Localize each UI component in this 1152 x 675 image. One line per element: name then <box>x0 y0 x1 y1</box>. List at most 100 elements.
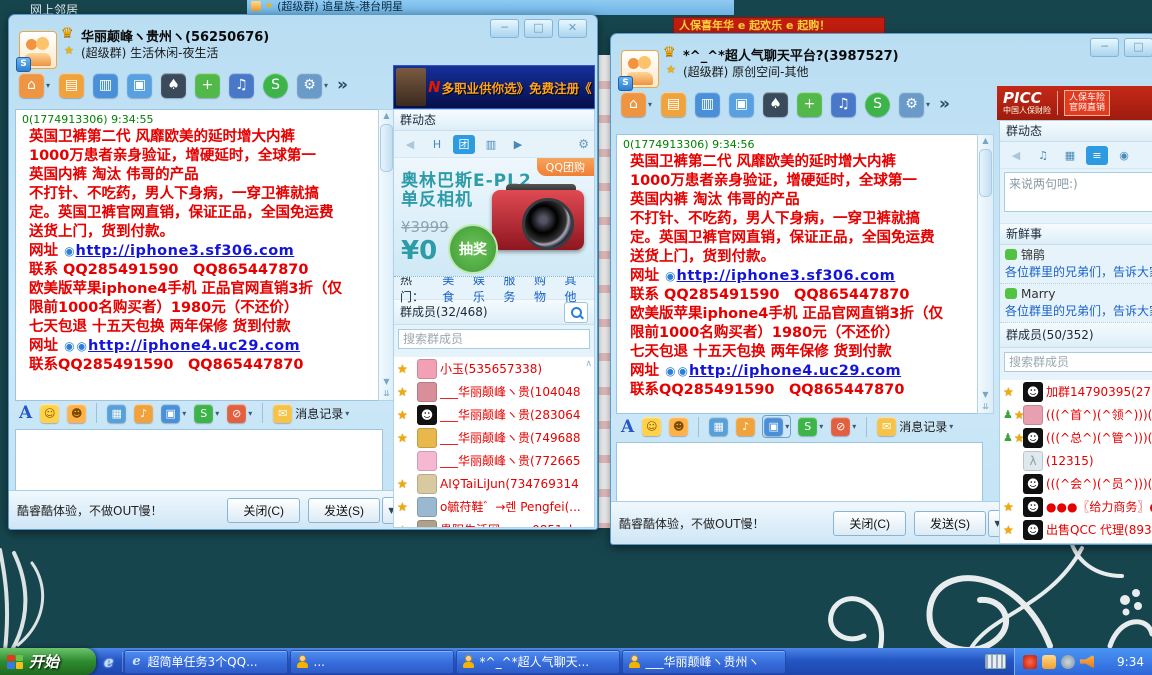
member-row[interactable]: ☻(((^会^)(^员^)))(1700... <box>1000 472 1152 495</box>
close-chat-button[interactable]: 关闭(C) <box>833 511 906 536</box>
tab-tuangou-button[interactable]: 团 <box>453 135 475 154</box>
video-button[interactable]: ▣ <box>127 73 152 98</box>
group-chat-button[interactable]: + <box>797 92 822 117</box>
lottery-badge[interactable]: 抽奖 <box>450 226 496 272</box>
member-row[interactable]: ★小玉(535657338) <box>394 357 594 380</box>
folder-button[interactable]: ▤ <box>661 92 686 117</box>
member-row[interactable]: ★烦=不胜=防(3818727... <box>1000 541 1152 544</box>
qq-contacts-icon[interactable] <box>1042 655 1056 669</box>
voice-chat-button[interactable]: ♫ <box>229 73 254 98</box>
member-row[interactable]: ★☻___华丽颠峰ヽ贵(283064... <box>394 403 594 426</box>
emoticon-button[interactable]: ☺ <box>642 417 661 436</box>
tools-button[interactable]: ⚙▾ <box>297 73 328 98</box>
folder-button[interactable]: ▤ <box>59 73 84 98</box>
minimize-button[interactable]: ─ <box>1090 38 1119 57</box>
tab-next-button[interactable]: ▶ <box>507 135 529 154</box>
photo-album-button[interactable]: ▥ <box>695 92 720 117</box>
voice-chat-button[interactable]: ♫ <box>831 92 856 117</box>
settings-wrench-icon[interactable]: ⚙ <box>578 137 589 151</box>
minimize-button[interactable]: ─ <box>490 19 519 38</box>
qq-music-button[interactable]: S▾ <box>798 417 823 436</box>
member-row[interactable]: ♟★(((^首^)(^领^)))(7377... <box>1000 403 1152 426</box>
member-row[interactable]: λ(12315) <box>1000 449 1152 472</box>
tab-prev-button[interactable]: ◀ <box>399 135 421 154</box>
group-avatar[interactable]: S <box>19 31 57 69</box>
news-text[interactable]: 各位群里的兄弟们，告诉大家 <box>1005 302 1152 318</box>
tab-sound-button[interactable]: ♫ <box>1032 146 1054 165</box>
keyboard-layout-icon[interactable] <box>985 654 1006 669</box>
member-row[interactable]: ★___华丽颠峰ヽ贵(104048... <box>394 380 594 403</box>
volume-icon[interactable] <box>1080 655 1094 669</box>
send-button[interactable]: 发送(S) <box>308 498 380 523</box>
picc-ad-banner[interactable]: PICC 中国人保财险 人保车险 官网直销 <box>997 86 1152 120</box>
job-ad-banner[interactable]: N 多职业供你选》免费注册《 <box>393 65 595 109</box>
member-row[interactable]: ★o毓苻鞋゛→렌 Pengfei(... <box>394 495 594 518</box>
scroll-down-arrow[interactable]: ▼ <box>982 389 988 401</box>
member-search-button[interactable] <box>564 302 588 323</box>
member-row[interactable]: ★___华丽颠峰ヽ贵(749688... <box>394 426 594 449</box>
member-row[interactable]: ___华丽颠峰ヽ贵(772665... <box>394 449 594 472</box>
member-row[interactable]: ★贵阳生活网www.0851sh.... <box>394 518 594 528</box>
magic-emoticon-button[interactable]: ☻ <box>67 404 86 423</box>
send-button[interactable]: 发送(S) <box>914 511 986 536</box>
tab-photo-button[interactable]: ▦ <box>1059 146 1081 165</box>
news-text[interactable]: 各位群里的兄弟们，告诉大家 <box>1005 263 1152 279</box>
member-row[interactable]: ♟★☻(((^总^)(^管^)))(5537... <box>1000 426 1152 449</box>
member-row[interactable]: ★☻加群14790395(271... <box>1000 380 1152 403</box>
music-file-button[interactable]: ♪ <box>134 404 153 423</box>
member-row[interactable]: ★☻●●●〖给力商务〗● <box>1000 495 1152 518</box>
maximize-button[interactable]: □ <box>1124 38 1152 57</box>
tools-button[interactable]: ⚙▾ <box>899 92 930 117</box>
scroll-up-arrow[interactable]: ▲ <box>982 135 988 147</box>
message-record-button[interactable]: ✉消息记录▾ <box>877 417 953 436</box>
screen-capture-button[interactable]: ▣▾ <box>161 404 186 423</box>
screen-capture-button[interactable]: ▣▾ <box>763 416 790 437</box>
shout-input[interactable] <box>1004 172 1152 212</box>
member-row[interactable]: ★AI♀TaiLiJun(734769314) <box>394 472 594 495</box>
audio-device-icon[interactable] <box>1061 655 1075 669</box>
photo-album-button[interactable]: ▥ <box>93 73 118 98</box>
close-chat-button[interactable]: 关闭(C) <box>227 498 300 523</box>
tab-pin-button[interactable]: ◉ <box>1113 146 1135 165</box>
image-button[interactable]: ▦ <box>709 417 728 436</box>
scroll-down-arrow[interactable]: ∨ <box>585 525 592 528</box>
spam-link[interactable]: http://iphone4.uc29.com <box>689 363 901 379</box>
scroll-to-latest-arrow[interactable]: ⇊ <box>383 388 390 400</box>
news-item[interactable]: Marry4各位群里的兄弟们，告诉大家 <box>1000 284 1152 323</box>
group-chat-button[interactable]: + <box>195 73 220 98</box>
qq-music-button[interactable]: S <box>865 92 890 117</box>
anti-spam-button[interactable]: ⊘▾ <box>227 404 252 423</box>
scroll-to-latest-arrow[interactable]: ⇊ <box>982 401 989 413</box>
news-item[interactable]: 锦鹃4各位群里的兄弟们，告诉大家 <box>1000 245 1152 284</box>
taskbar-button[interactable]: ... <box>290 650 454 674</box>
qq-music-button[interactable]: S <box>263 73 288 98</box>
tab-list-button[interactable]: ≡ <box>1086 146 1108 165</box>
music-file-button[interactable]: ♪ <box>736 417 755 436</box>
more-button[interactable]: » <box>337 75 348 95</box>
spam-link[interactable]: http://iphone3.sf306.com <box>76 243 295 259</box>
image-button[interactable]: ▦ <box>107 404 126 423</box>
chat-scrollbar[interactable]: ▲ ▼ ⇊ <box>977 134 994 414</box>
games-button[interactable]: ♠ <box>763 92 788 117</box>
member-row[interactable]: ★☻出售QCC 代理(893939... <box>1000 518 1152 541</box>
taskbar-button[interactable]: e超简单任务3个QQ... <box>124 650 288 674</box>
ie-icon[interactable]: e <box>104 653 114 671</box>
video-button[interactable]: ▣ <box>729 92 754 117</box>
group-avatar[interactable]: S <box>621 50 659 88</box>
home-button[interactable]: ⌂▾ <box>621 92 652 117</box>
spam-link[interactable]: http://iphone4.uc29.com <box>88 338 300 354</box>
groupon-ad-card[interactable]: QQ团购 奥林巴斯E-PL2 单反相机 ¥3999 ¥0 抽奖 <box>394 158 594 277</box>
background-window-titlebar[interactable]: ★ (超级群) 追星族-港台明星 <box>247 0 734 15</box>
font-button[interactable]: A <box>621 417 634 437</box>
taskbar-button[interactable]: ___华丽颠峰ヽ贵州ヽ <box>622 650 786 674</box>
home-button[interactable]: ⌂▾ <box>19 73 50 98</box>
taskbar-button[interactable]: *^_^*超人气聊天... <box>456 650 620 674</box>
scroll-up-arrow[interactable]: ▲ <box>383 110 389 122</box>
member-search-input[interactable] <box>398 329 590 349</box>
tab-video-button[interactable]: ▥ <box>480 135 502 154</box>
scroll-up-arrow[interactable]: ∧ <box>585 359 592 369</box>
spam-link[interactable]: http://iphone3.sf306.com <box>677 268 896 284</box>
close-button[interactable]: ✕ <box>558 19 587 38</box>
message-input[interactable] <box>15 429 383 495</box>
qq-music-button[interactable]: S▾ <box>194 404 219 423</box>
